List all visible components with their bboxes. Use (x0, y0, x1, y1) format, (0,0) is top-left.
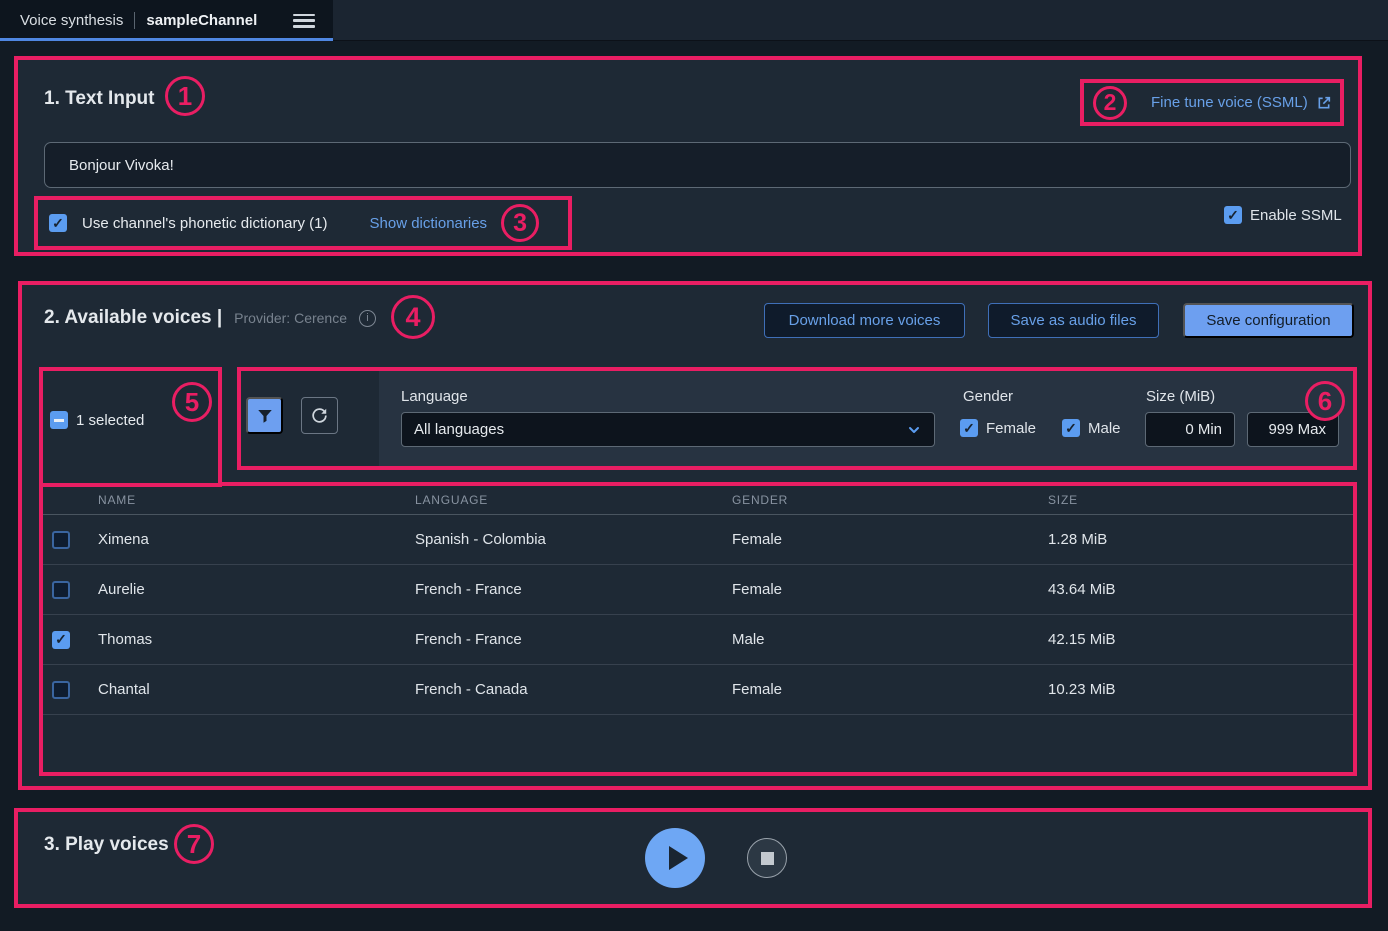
language-label: Language (401, 388, 468, 405)
table-row[interactable]: Thomas French - France Male 42.15 MiB (43, 615, 1353, 665)
chevron-down-icon (906, 422, 922, 438)
save-configuration-button[interactable]: Save configuration (1183, 303, 1354, 338)
header-gender: GENDER (732, 493, 1048, 507)
row-checkbox[interactable] (52, 581, 70, 599)
filter-button[interactable] (246, 397, 283, 434)
size-label: Size (MiB) (1146, 388, 1215, 405)
table-row[interactable]: Aurelie French - France Female 43.64 MiB (43, 565, 1353, 615)
channel-name: sampleChannel (146, 12, 257, 29)
top-bar: Voice synthesis sampleChannel (0, 0, 1388, 41)
play-voices-section: 3. Play voices 7 (14, 808, 1372, 908)
voice-size-cell: 42.15 MiB (1048, 631, 1353, 648)
channel-tab[interactable]: Voice synthesis sampleChannel (0, 0, 333, 41)
voice-name-cell: Chantal (98, 681, 415, 698)
female-filter-row: Female (960, 419, 1036, 437)
voice-language-cell: French - France (415, 581, 732, 598)
annotation-2: 2 (1093, 86, 1127, 120)
enable-ssml-row: Enable SSML (1224, 206, 1342, 224)
selected-count: 1 selected (76, 412, 144, 429)
gender-label: Gender (963, 388, 1013, 405)
section3-title: 3. Play voices (44, 834, 169, 856)
section1-title: 1. Text Input (44, 88, 154, 110)
section2-title-row: 2. Available voices | Provider: Cerence (44, 307, 376, 329)
voices-table-body: Ximena Spanish - Colombia Female 1.28 Mi… (43, 515, 1353, 715)
header-name: NAME (98, 493, 415, 507)
voice-gender-cell: Male (732, 631, 1048, 648)
play-button[interactable] (645, 828, 705, 888)
section2-title: 2. Available voices | (44, 307, 222, 329)
show-dictionaries-link[interactable]: Show dictionaries (370, 215, 488, 232)
male-checkbox[interactable] (1062, 419, 1080, 437)
header-size: SIZE (1048, 493, 1353, 507)
play-icon (669, 846, 688, 870)
voice-synthesis-screen: Voice synthesis sampleChannel 1. Text In… (0, 0, 1388, 931)
funnel-icon (256, 407, 274, 425)
refresh-button[interactable] (301, 397, 338, 434)
male-filter-row: Male (1062, 419, 1121, 437)
female-label: Female (986, 420, 1036, 437)
filter-bar-annotation-box: Language All languages Gender Female Mal… (237, 367, 1357, 470)
selection-annotation-box: 1 selected 5 (39, 367, 222, 487)
voice-name-cell: Aurelie (98, 581, 415, 598)
annotation-4: 4 (391, 295, 435, 339)
text-input-section: 1. Text Input 1 2 Fine tune voice (SSML)… (14, 56, 1362, 256)
row-checkbox[interactable] (52, 681, 70, 699)
voice-language-cell: French - Canada (415, 681, 732, 698)
table-row[interactable]: Chantal French - Canada Female 10.23 MiB (43, 665, 1353, 715)
active-tab-underline (0, 38, 333, 41)
menu-icon[interactable] (293, 14, 315, 28)
fine-tune-annotation-box: 2 Fine tune voice (SSML) (1080, 79, 1344, 126)
enable-ssml-checkbox[interactable] (1224, 206, 1242, 224)
language-select[interactable]: All languages (401, 412, 935, 447)
annotation-3: 3 (501, 204, 539, 242)
header-language: LANGUAGE (415, 493, 732, 507)
phonetic-dictionary-label: Use channel's phonetic dictionary (1) (82, 215, 328, 232)
provider-label: Provider: Cerence (234, 310, 347, 326)
annotation-1: 1 (165, 76, 205, 116)
stop-icon (761, 852, 774, 865)
phonetic-dictionary-annotation-box: Use channel's phonetic dictionary (1) Sh… (34, 196, 572, 250)
voice-gender-cell: Female (732, 681, 1048, 698)
row-checkbox[interactable] (52, 631, 70, 649)
voice-size-cell: 1.28 MiB (1048, 531, 1353, 548)
title-divider (134, 12, 135, 29)
external-link-icon (1316, 95, 1332, 111)
female-checkbox[interactable] (960, 419, 978, 437)
male-label: Male (1088, 420, 1121, 437)
refresh-icon (310, 406, 329, 425)
voice-size-cell: 10.23 MiB (1048, 681, 1353, 698)
voice-size-cell: 43.64 MiB (1048, 581, 1353, 598)
voice-language-cell: French - France (415, 631, 732, 648)
annotation-7: 7 (174, 824, 214, 864)
save-as-audio-files-button[interactable]: Save as audio files (988, 303, 1159, 338)
select-all-checkbox[interactable] (50, 411, 68, 429)
text-input[interactable] (44, 142, 1351, 188)
row-checkbox[interactable] (52, 531, 70, 549)
download-more-voices-button[interactable]: Download more voices (764, 303, 965, 338)
voices-table-header: NAME LANGUAGE GENDER SIZE (43, 486, 1353, 515)
voice-name-cell: Ximena (98, 531, 415, 548)
voice-gender-cell: Female (732, 531, 1048, 548)
phonetic-dictionary-checkbox[interactable] (49, 214, 67, 232)
stop-button[interactable] (747, 838, 787, 878)
voice-name-cell: Thomas (98, 631, 415, 648)
enable-ssml-label: Enable SSML (1250, 207, 1342, 224)
annotation-6: 6 (1305, 381, 1345, 421)
available-voices-section: 2. Available voices | Provider: Cerence … (18, 281, 1372, 790)
voice-gender-cell: Female (732, 581, 1048, 598)
voices-table-box: NAME LANGUAGE GENDER SIZE Ximena Spanish… (39, 482, 1357, 776)
size-min-input[interactable] (1145, 412, 1235, 447)
voice-language-cell: Spanish - Colombia (415, 531, 732, 548)
app-title: Voice synthesis (20, 12, 123, 29)
fine-tune-ssml-link[interactable]: Fine tune voice (SSML) (1151, 94, 1332, 111)
info-icon[interactable] (359, 310, 376, 327)
table-row[interactable]: Ximena Spanish - Colombia Female 1.28 Mi… (43, 515, 1353, 565)
annotation-5: 5 (172, 382, 212, 422)
